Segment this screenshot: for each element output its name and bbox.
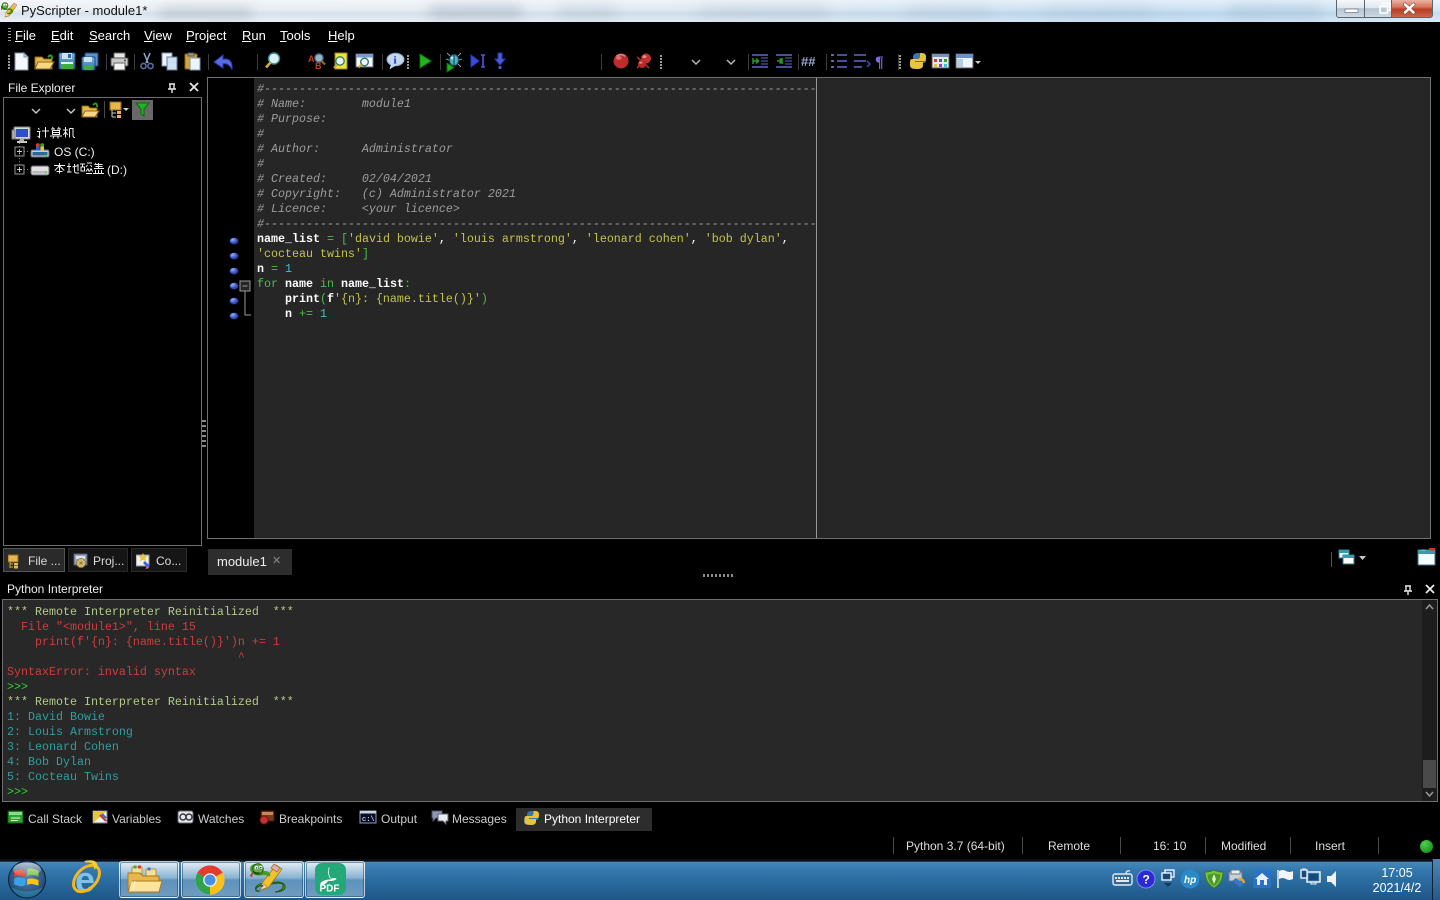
svg-text:Breakpoints: Breakpoints [279,812,342,826]
svg-text:hp: hp [1184,875,1196,886]
svg-text:Variables: Variables [112,812,161,826]
svg-text:OS (C:): OS (C:) [54,145,95,159]
svg-text:?: ? [1143,873,1150,887]
svg-text:A: A [308,54,315,64]
svg-text:Output: Output [381,812,418,826]
svg-text:Call Stack: Call Stack [28,812,83,826]
svg-text:Messages: Messages [452,812,507,826]
svg-text:¶: ¶ [875,54,884,71]
svg-text:c:\: c:\ [362,816,375,824]
svg-text:PDF: PDF [320,884,340,895]
svg-text:Watches: Watches [198,812,244,826]
svg-text:Python Interpreter: Python Interpreter [544,812,640,826]
svg-text:##: ## [801,54,816,69]
svg-text:(D:): (D:) [107,163,127,177]
svg-text:i: i [394,55,397,67]
